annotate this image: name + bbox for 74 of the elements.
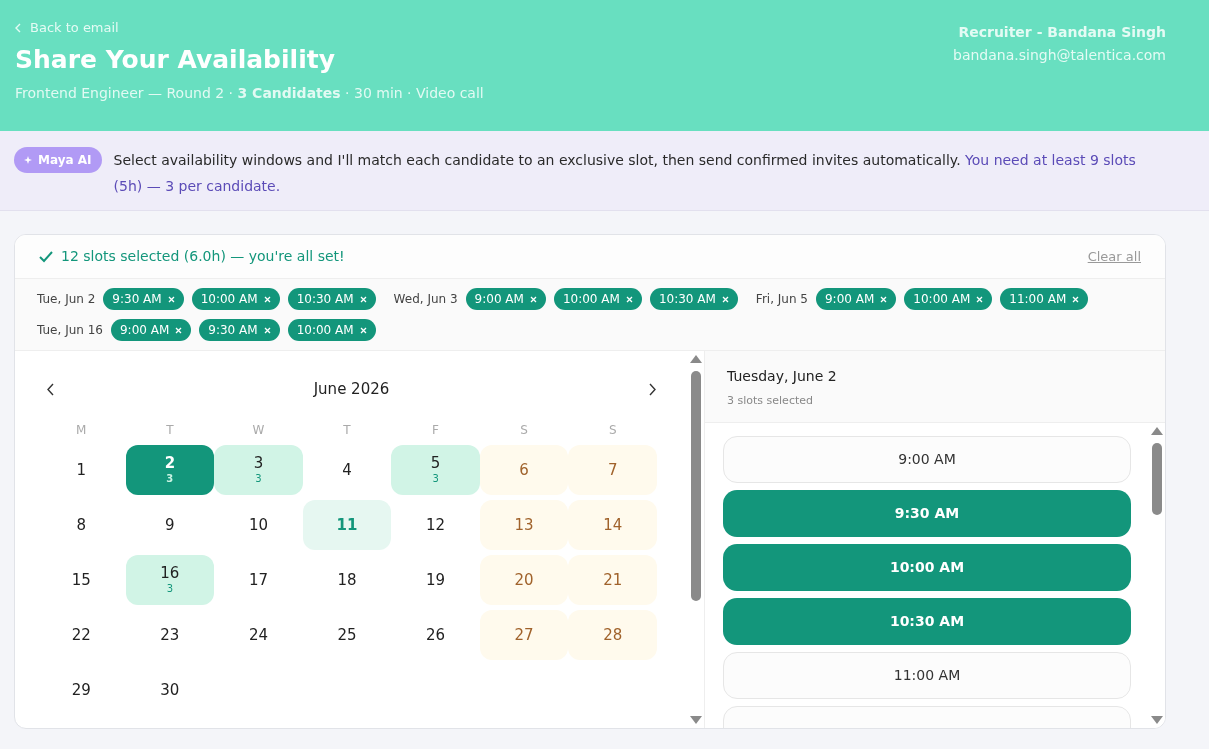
scroll-down-icon[interactable]	[690, 716, 702, 724]
page-title: Share Your Availability	[15, 43, 336, 75]
weekday-label: S	[519, 422, 529, 439]
chevron-left-icon	[15, 22, 22, 33]
weekday-label: S	[607, 422, 618, 439]
close-icon	[529, 295, 537, 303]
close-icon	[976, 295, 984, 303]
scrollbar-thumb[interactable]	[1152, 443, 1162, 515]
slot-chip[interactable]: 10:30 AM	[287, 288, 376, 310]
calendar-day[interactable]: 13	[479, 500, 569, 550]
chevron-left-icon[interactable]	[47, 382, 55, 396]
slot-chip[interactable]: 9:00 AM	[816, 288, 897, 310]
time-slot-button[interactable]: 11:00 AM	[723, 652, 1131, 699]
slot-chip[interactable]: 11:00 AM	[1000, 288, 1089, 310]
time-slot-button[interactable]: 9:00 AM	[723, 436, 1131, 483]
close-icon	[167, 295, 175, 303]
day-title: Tuesday, June 2	[727, 367, 838, 386]
recruiter-name: Recruiter - Bandana Singh	[958, 23, 1166, 42]
date-label: Fri, Jun 5	[755, 291, 808, 308]
close-icon	[625, 295, 633, 303]
sparkle-icon	[24, 156, 32, 164]
close-icon	[359, 326, 367, 334]
calendar-day[interactable]: 14	[568, 500, 657, 550]
time-slot-button[interactable]: 10:00 AM	[723, 544, 1131, 591]
calendar-day[interactable]: 28	[568, 610, 657, 660]
day-slot-count: 3 slots selected	[727, 393, 814, 409]
page-subtitle: Frontend Engineer — Round 2 · 3 Candidates · 30 min · Video call	[15, 83, 484, 103]
time-slot-button[interactable]: 9:30 AM	[723, 490, 1131, 537]
scroll-down-icon[interactable]	[1151, 716, 1163, 724]
slot-chip[interactable]: 10:00 AM	[287, 319, 376, 341]
close-icon	[175, 326, 183, 334]
weekday-label: M	[75, 422, 88, 439]
calendar-day[interactable]: 2 3	[125, 445, 215, 495]
calendar-day[interactable]: 20	[479, 555, 569, 605]
close-icon	[721, 295, 729, 303]
slot-chip[interactable]: 10:00 AM	[191, 288, 280, 310]
date-label: Tue, Jun 16	[37, 322, 103, 339]
chevron-right-icon[interactable]	[648, 382, 656, 396]
calendar-day[interactable]: 5 3	[391, 445, 480, 495]
date-label: Tue, Jun 2	[37, 291, 96, 308]
slot-chip[interactable]: 9:00 AM	[110, 319, 192, 341]
clear-all-link[interactable]: Clear all	[1087, 246, 1141, 267]
calendar-day[interactable]: 7	[568, 445, 657, 495]
slot-chip[interactable]: 9:30 AM	[103, 288, 184, 310]
scroll-up-icon[interactable]	[690, 355, 702, 363]
weekday-label: F	[431, 422, 440, 439]
calendar-day[interactable]: 21	[568, 555, 657, 605]
date-label: Wed, Jun 3	[393, 291, 458, 308]
close-icon	[263, 295, 271, 303]
assistant-badge: Maya AI	[14, 147, 102, 173]
slot-chip[interactable]: 9:30 AM	[199, 319, 280, 341]
slot-chip[interactable]: 10:30 AM	[649, 288, 738, 310]
close-icon	[1072, 295, 1080, 303]
scroll-up-icon[interactable]	[1151, 427, 1163, 435]
close-icon	[359, 295, 367, 303]
calendar-day[interactable]: 16 3	[125, 555, 215, 605]
slot-chip[interactable]: 10:00 AM	[553, 288, 642, 310]
slot-chip[interactable]: 10:00 AM	[904, 288, 993, 310]
month-title: June 2026	[313, 378, 390, 400]
weekday-label: W	[251, 422, 266, 439]
calendar-day[interactable]: 3 3	[214, 445, 303, 495]
time-slot-button[interactable]: 10:30 AM	[723, 598, 1131, 645]
slot-chip[interactable]: 9:00 AM	[465, 288, 546, 310]
calendar-day[interactable]: 27	[479, 610, 569, 660]
recruiter-email: bandana.singh@talentica.com	[953, 46, 1166, 65]
weekday-label: T	[165, 422, 175, 439]
weekday-label: T	[342, 422, 352, 439]
selection-status: 12 slots selected (6.0h) — you're all set!	[61, 247, 345, 266]
close-icon	[880, 295, 888, 303]
scrollbar-thumb[interactable]	[691, 371, 701, 601]
calendar-day[interactable]: 11	[302, 500, 392, 550]
close-icon	[263, 326, 271, 334]
assistant-message: Select availability windows and I'll match each candidate to an exclusive slot, then send confirmed invites automatically. You need at least 9 slots (5h) — 3 per candidate.	[113, 151, 1137, 196]
calendar-day[interactable]: 6	[479, 445, 569, 495]
